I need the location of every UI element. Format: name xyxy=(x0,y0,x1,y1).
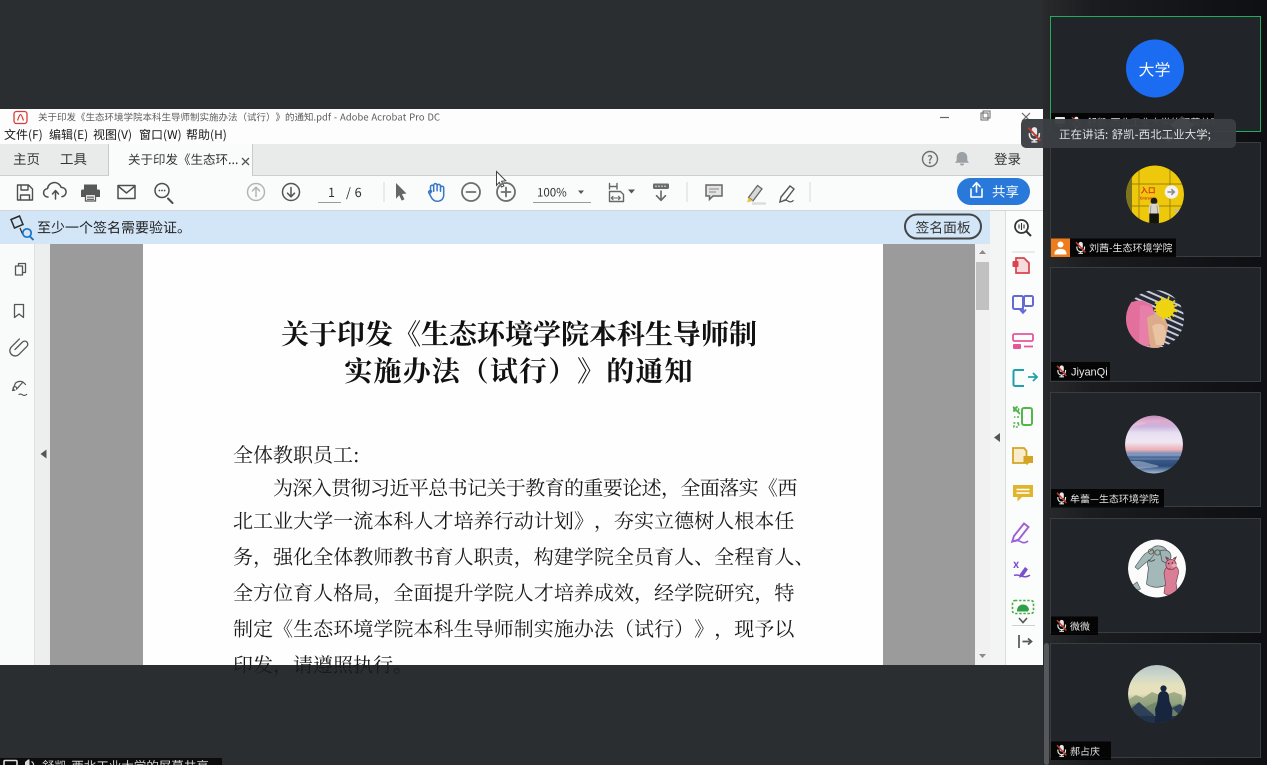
svg-text:JiyanQi: JiyanQi xyxy=(1071,367,1108,379)
